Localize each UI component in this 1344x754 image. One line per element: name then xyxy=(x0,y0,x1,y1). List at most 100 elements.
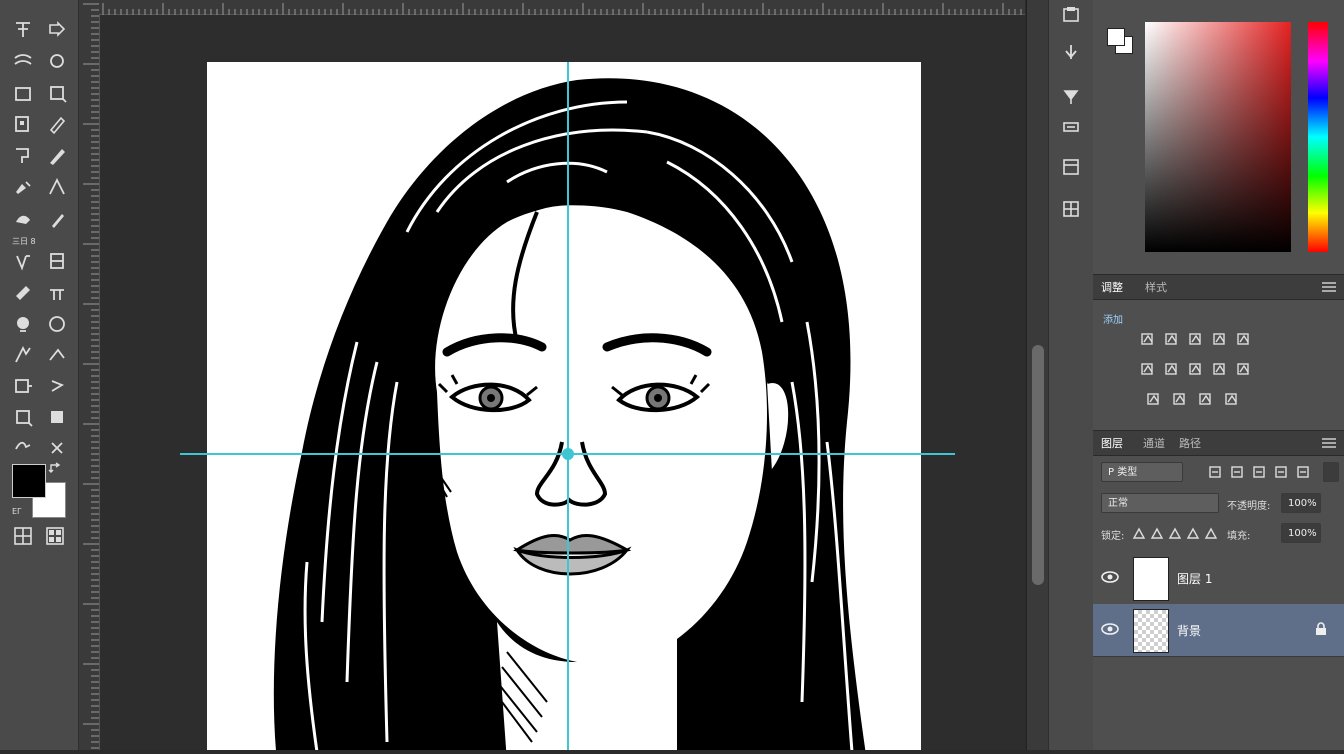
document-canvas[interactable] xyxy=(207,62,921,750)
color-panel-foreground-swatch[interactable] xyxy=(1107,28,1125,46)
hue-slider[interactable] xyxy=(1308,22,1328,252)
properties-panel-icon[interactable] xyxy=(1058,114,1084,140)
artboard-tool-icon[interactable] xyxy=(44,17,70,43)
lock-artboard-icon[interactable] xyxy=(1185,525,1201,541)
frame-select-tool-icon[interactable] xyxy=(10,143,36,169)
shape-tool-icon[interactable] xyxy=(10,404,36,430)
layer-filter-select[interactable]: P 类型 xyxy=(1101,462,1183,482)
brightness-contrast-icon[interactable] xyxy=(1139,330,1157,348)
tab-styles[interactable]: 样式 xyxy=(1145,279,1167,295)
path-select-tool-icon[interactable] xyxy=(44,373,70,399)
tab-layers[interactable]: 图层 xyxy=(1101,435,1123,451)
layers-panel-tabs: 图层 通道 路径 xyxy=(1093,430,1344,456)
healing-tool-icon[interactable] xyxy=(10,174,36,200)
dodge-tool-icon[interactable] xyxy=(44,311,70,337)
fill-field[interactable]: 100% xyxy=(1281,523,1321,543)
layer-name[interactable]: 背景 xyxy=(1177,622,1201,639)
adjustments-panel-menu-icon[interactable] xyxy=(1322,280,1336,292)
patch-tool-icon[interactable] xyxy=(44,111,70,137)
lock-position-icon[interactable] xyxy=(1167,525,1183,541)
tool-group-label: 三日 8 xyxy=(12,237,36,246)
horizontal-ruler xyxy=(99,0,1025,15)
layer-thumbnail xyxy=(1133,557,1169,601)
blend-mode-value: 正常 xyxy=(1108,498,1128,509)
eyedropper-tool-icon[interactable] xyxy=(10,111,36,137)
filter-toggle[interactable] xyxy=(1323,462,1339,482)
layer-row[interactable]: 图层 1 xyxy=(1093,552,1344,605)
smart-object-filter-icon[interactable] xyxy=(1295,464,1311,480)
type-tool-icon[interactable] xyxy=(10,373,36,399)
screen-mode-icon[interactable] xyxy=(42,523,68,549)
vibrance-icon[interactable] xyxy=(1235,330,1253,348)
pen-tool-icon[interactable] xyxy=(10,342,36,368)
tools-panel: 三日 8 ЕГ xyxy=(0,0,79,750)
exposure-icon[interactable] xyxy=(1211,330,1229,348)
add-adjustment-label: 添加 xyxy=(1103,315,1123,326)
blend-mode-select[interactable]: 正常 xyxy=(1101,493,1219,513)
eraser-tool-icon[interactable] xyxy=(10,280,36,306)
history-panel-icon[interactable] xyxy=(1058,2,1084,28)
tab-adjustments[interactable]: 调整 xyxy=(1101,279,1123,295)
lock-transparent-icon[interactable] xyxy=(1131,525,1147,541)
lock-image-icon[interactable] xyxy=(1149,525,1165,541)
lasso-tool-icon[interactable] xyxy=(44,48,70,74)
type-filter-icon[interactable] xyxy=(1251,464,1267,480)
vertical-scrollbar[interactable] xyxy=(1026,0,1049,750)
panel-icon-strip xyxy=(1048,0,1094,750)
shape-filter-icon[interactable] xyxy=(1273,464,1289,480)
tab-paths[interactable]: 路径 xyxy=(1179,435,1201,451)
crop-tool-icon[interactable] xyxy=(10,80,36,106)
invert-icon[interactable] xyxy=(1145,390,1163,408)
default-colors-label[interactable]: ЕГ xyxy=(12,507,22,516)
vertical-ruler xyxy=(79,0,100,750)
clone-source-icon[interactable] xyxy=(1058,84,1084,110)
color-balance-icon[interactable] xyxy=(1163,360,1181,378)
opacity-field[interactable]: 100% xyxy=(1281,493,1321,513)
channel-mixer-icon[interactable] xyxy=(1235,360,1253,378)
color-picker-field[interactable] xyxy=(1145,22,1291,252)
brush-tool-icon[interactable] xyxy=(44,143,70,169)
hue-saturation-icon[interactable] xyxy=(1139,360,1157,378)
paragraph-panel-icon[interactable] xyxy=(1058,154,1084,180)
rectangle-tool-icon[interactable] xyxy=(44,404,70,430)
black-white-icon[interactable] xyxy=(1187,360,1205,378)
pencil-tool-icon[interactable] xyxy=(44,174,70,200)
direct-select-tool-icon[interactable] xyxy=(44,342,70,368)
scrollbar-thumb[interactable] xyxy=(1032,345,1044,585)
tab-channels[interactable]: 通道 xyxy=(1143,435,1165,451)
layer-visibility-eye-icon[interactable] xyxy=(1101,622,1119,636)
layer-visibility-eye-icon[interactable] xyxy=(1101,570,1119,584)
clone-stamp-tool-icon[interactable] xyxy=(10,206,36,232)
levels-icon[interactable] xyxy=(1163,330,1181,348)
hand-tool-icon[interactable] xyxy=(10,435,36,461)
quick-mask-icon[interactable] xyxy=(10,523,36,549)
foreground-color-swatch[interactable] xyxy=(12,464,46,498)
canvas-area[interactable] xyxy=(100,15,1025,750)
gradient-map-icon[interactable] xyxy=(1223,390,1241,408)
threshold-icon[interactable] xyxy=(1197,390,1215,408)
blur-tool-icon[interactable] xyxy=(10,311,36,337)
posterize-icon[interactable] xyxy=(1171,390,1189,408)
curves-icon[interactable] xyxy=(1187,330,1205,348)
marquee-tool-icon[interactable] xyxy=(10,48,36,74)
right-panels: 调整 样式 添加 图层 通道 路径 P 类型 正常 不透明度: 100% 锁定:… xyxy=(1093,0,1344,750)
layer-row-selected[interactable]: 背景 xyxy=(1093,604,1344,657)
swap-colors-icon[interactable] xyxy=(48,460,64,476)
adjustment-filter-icon[interactable] xyxy=(1229,464,1245,480)
layer-thumbnail xyxy=(1133,609,1169,653)
move-tool-icon[interactable] xyxy=(10,17,36,43)
brush-settings-icon[interactable] xyxy=(1058,40,1084,66)
frame-tool-icon[interactable] xyxy=(44,80,70,106)
navigator-panel-icon[interactable] xyxy=(1058,196,1084,222)
gradient-tool-icon[interactable] xyxy=(44,248,70,274)
smudge-tool-icon[interactable] xyxy=(44,206,70,232)
pixel-filter-icon[interactable] xyxy=(1207,464,1223,480)
history-brush-tool-icon[interactable] xyxy=(10,248,36,274)
lock-all-icon[interactable] xyxy=(1203,525,1219,541)
portrait-artwork xyxy=(273,78,866,750)
adjustments-panel-tabs: 调整 样式 xyxy=(1093,274,1344,300)
paint-bucket-tool-icon[interactable] xyxy=(44,280,70,306)
layers-panel-menu-icon[interactable] xyxy=(1322,436,1336,448)
photo-filter-icon[interactable] xyxy=(1211,360,1229,378)
layer-name[interactable]: 图层 1 xyxy=(1177,570,1212,587)
